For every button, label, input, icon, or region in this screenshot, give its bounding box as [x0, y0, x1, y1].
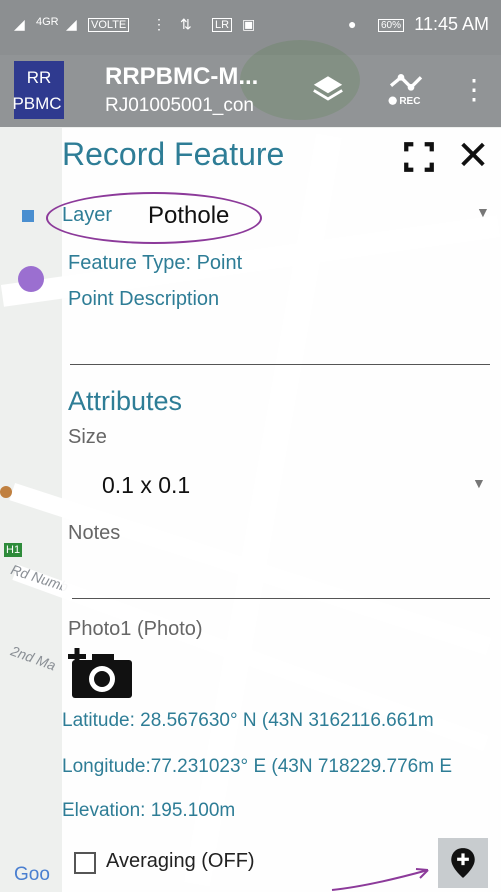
size-select[interactable]: 0.1 x 0.1 — [102, 472, 190, 499]
add-photo-camera-icon — [68, 648, 132, 698]
elevation-readout: Elevation: 195.100m — [62, 800, 236, 821]
project-subtitle: RJ01005001_con — [105, 95, 254, 116]
close-button[interactable]: ✕ — [452, 136, 494, 178]
more-vert-icon: ⋮ — [460, 73, 488, 105]
notes-label: Notes — [68, 522, 121, 544]
poi-icon[interactable] — [0, 486, 12, 498]
shopping-poi-icon[interactable] — [18, 266, 44, 292]
fullscreen-icon — [404, 142, 434, 172]
google-watermark: Goo — [14, 864, 50, 885]
image-icon: ▣ — [242, 16, 256, 32]
app-logo: RR PBMC — [12, 61, 64, 119]
status-bar: ◢ 4GR ◢ VOLTE ⋮ ⇅ LR ▣ ● 60% 11:45 AM — [0, 0, 501, 55]
dropdown-arrow-icon[interactable]: ▼ — [472, 475, 486, 491]
dialog-title: Record Feature — [62, 136, 285, 172]
map-label: 2nd Ma — [8, 642, 59, 674]
add-point-button[interactable] — [438, 838, 488, 888]
longitude-readout: Longitude:77.231023° E (43N 718229.776m … — [62, 756, 453, 777]
point-description-input[interactable] — [70, 318, 490, 362]
battery-icon: 60% — [378, 19, 405, 32]
averaging-label[interactable]: Averaging (OFF) — [106, 850, 255, 873]
logo-line2: PBMC — [12, 94, 62, 113]
poi-icon[interactable] — [22, 210, 34, 222]
input-underline — [72, 598, 490, 599]
signal-icon: ◢ — [14, 16, 25, 32]
layer-select[interactable]: Pothole — [148, 202, 229, 230]
close-icon: ✕ — [456, 134, 490, 178]
record-feature-dialog: Record Feature ✕ Layer Pothole ▼ Feature… — [46, 128, 501, 892]
lr-badge: LR — [212, 18, 233, 32]
signal-icon: ◢ — [66, 16, 77, 32]
logo-line1: RR — [26, 68, 52, 87]
input-underline — [70, 364, 490, 365]
project-title: RRPBMC-M... — [105, 63, 259, 90]
photo-label: Photo1 (Photo) — [68, 618, 203, 640]
point-description-label: Point Description — [68, 288, 220, 310]
volte-badge: VOLTE — [88, 18, 130, 32]
clock: 11:45 AM — [414, 14, 489, 34]
highway-badge: H1 — [4, 543, 23, 557]
app-toolbar: RR PBMC RRPBMC-M... RJ01005001_con REC ⋮ — [0, 55, 501, 127]
add-photo-button[interactable] — [68, 648, 134, 698]
overflow-menu-button[interactable]: ⋮ — [452, 67, 496, 111]
more-vert-icon: ⋮ — [152, 16, 166, 32]
track-icon: REC — [388, 74, 423, 107]
averaging-checkbox[interactable] — [74, 852, 96, 874]
notes-input[interactable] — [70, 552, 490, 596]
size-label: Size — [68, 426, 107, 448]
add-location-pin-icon — [451, 848, 475, 878]
rec-label: REC — [399, 96, 420, 107]
latitude-readout: Latitude: 28.567630° N (43N 3162116.661m — [62, 710, 434, 731]
location-icon: ● — [348, 16, 357, 32]
layers-icon — [313, 76, 343, 101]
fullscreen-button[interactable] — [402, 140, 436, 174]
data-transfer-icon: ⇅ — [180, 16, 192, 32]
layer-label: Layer — [62, 204, 113, 226]
dropdown-arrow-icon[interactable]: ▼ — [476, 204, 490, 220]
attributes-heading: Attributes — [68, 386, 183, 416]
network-label: 4GR — [36, 16, 59, 28]
record-track-button[interactable]: REC — [384, 67, 428, 111]
layers-button[interactable] — [306, 67, 350, 111]
feature-type: Feature Type: Point — [68, 252, 243, 274]
annotation-arrow — [331, 868, 429, 891]
